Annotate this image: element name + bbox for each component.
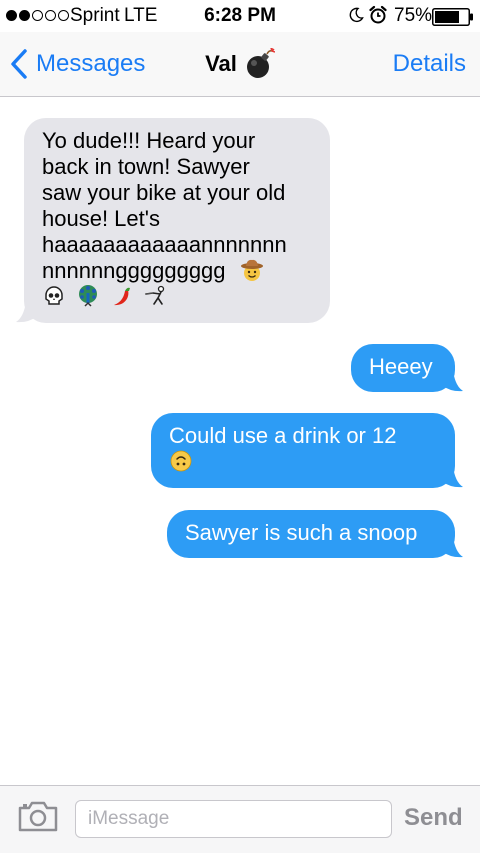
camera-icon[interactable] xyxy=(18,800,58,832)
hot-pepper-icon xyxy=(110,284,134,308)
bubble-tail xyxy=(16,301,36,323)
bubble-tail xyxy=(443,466,463,488)
cowboy-face-icon xyxy=(240,258,264,282)
message-text: Could use a drink or 12 xyxy=(169,423,397,448)
message-line: nnnnnnggggggggg xyxy=(42,258,312,284)
battery-percent: 75% xyxy=(394,5,433,26)
imessage-input[interactable] xyxy=(75,800,392,838)
upside-down-face-icon xyxy=(169,449,193,473)
navigation-bar: Messages Val Details xyxy=(0,32,480,97)
alarm-icon xyxy=(369,5,387,24)
emoji-row xyxy=(42,284,312,310)
fencer-icon xyxy=(144,284,168,308)
skull-icon xyxy=(42,284,66,308)
send-button[interactable]: Send xyxy=(404,804,463,832)
message-line: house! Let's xyxy=(42,206,160,231)
battery-icon xyxy=(432,8,473,26)
bubble-tail xyxy=(443,370,463,392)
message-line: saw your bike at your old xyxy=(42,180,286,205)
message-text: Heeey xyxy=(369,354,433,379)
message-line: back in town! Sawyer xyxy=(42,154,250,179)
bomb-icon xyxy=(246,48,275,78)
message-thread[interactable]: Yo dude!!! Heard your back in town! Sawy… xyxy=(0,97,480,785)
status-bar: Sprint LTE 6:28 PM 75% xyxy=(0,0,480,32)
outgoing-message-bubble[interactable]: Could use a drink or 12 xyxy=(151,413,463,488)
peacock-icon xyxy=(76,284,100,308)
message-line: haaaaaaaaaaaannnnnnn xyxy=(42,232,287,257)
outgoing-message-bubble[interactable]: Sawyer is such a snoop xyxy=(167,510,463,558)
outgoing-message-bubble[interactable]: Heeey xyxy=(351,344,463,392)
bubble-tail xyxy=(443,536,463,558)
message-line-text: nnnnnnggggggggg xyxy=(42,258,226,283)
message-line: Yo dude!!! Heard your xyxy=(42,128,256,153)
moon-icon xyxy=(349,7,364,23)
message-input-bar: Send xyxy=(0,785,480,853)
contact-name: Val xyxy=(205,51,237,76)
details-button[interactable]: Details xyxy=(393,44,466,84)
incoming-message-bubble[interactable]: Yo dude!!! Heard your back in town! Sawy… xyxy=(16,118,330,323)
emoji-row xyxy=(169,449,437,475)
message-text: Sawyer is such a snoop xyxy=(185,520,418,545)
